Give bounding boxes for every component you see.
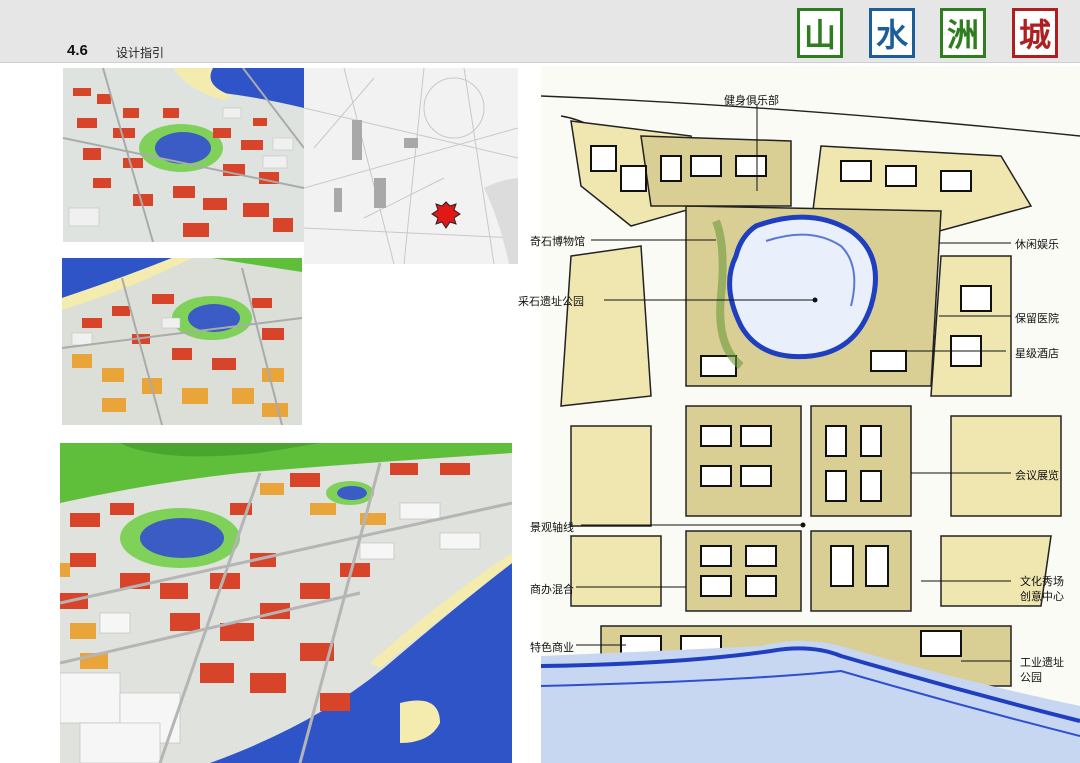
label-fitness-club: 健身俱乐部	[724, 94, 779, 107]
logo-char-shui: 水	[869, 8, 915, 58]
label-star-hotel: 星级酒店	[1015, 347, 1059, 360]
label-preserved-hospital: 保留医院	[1015, 312, 1059, 325]
label-leisure: 休闲娱乐	[1015, 238, 1059, 251]
location-map	[304, 68, 518, 264]
header-bar: 4.6 设计指引	[0, 0, 1080, 63]
label-view-axis: 景观轴线	[530, 521, 574, 534]
logo-char-cheng: 城	[1012, 8, 1058, 58]
section-number: 4.6	[67, 42, 88, 59]
label-quarry-park: 采石遗址公园	[518, 295, 584, 308]
label-stone-museum: 奇石博物馆	[530, 235, 585, 248]
label-mixed-commercial: 商办混合	[530, 583, 574, 596]
aerial-render-top	[63, 68, 304, 242]
aerial-render-middle	[62, 258, 302, 425]
label-specialty-commerce: 特色商业	[530, 641, 574, 654]
label-convention: 会议展览	[1015, 469, 1059, 482]
logo-char-zhou: 洲	[940, 8, 986, 58]
label-industrial-heritage: 工业遗址	[1020, 656, 1064, 669]
aerial-render-large	[60, 443, 512, 763]
label-creative-center: 创意中心	[1020, 590, 1064, 603]
logo-char-shan: 山	[797, 8, 843, 58]
master-plan-sketch	[541, 66, 1080, 763]
label-park: 公园	[1020, 671, 1042, 684]
label-culture-show: 文化秀场	[1020, 575, 1064, 588]
section-title: 设计指引	[116, 46, 165, 60]
